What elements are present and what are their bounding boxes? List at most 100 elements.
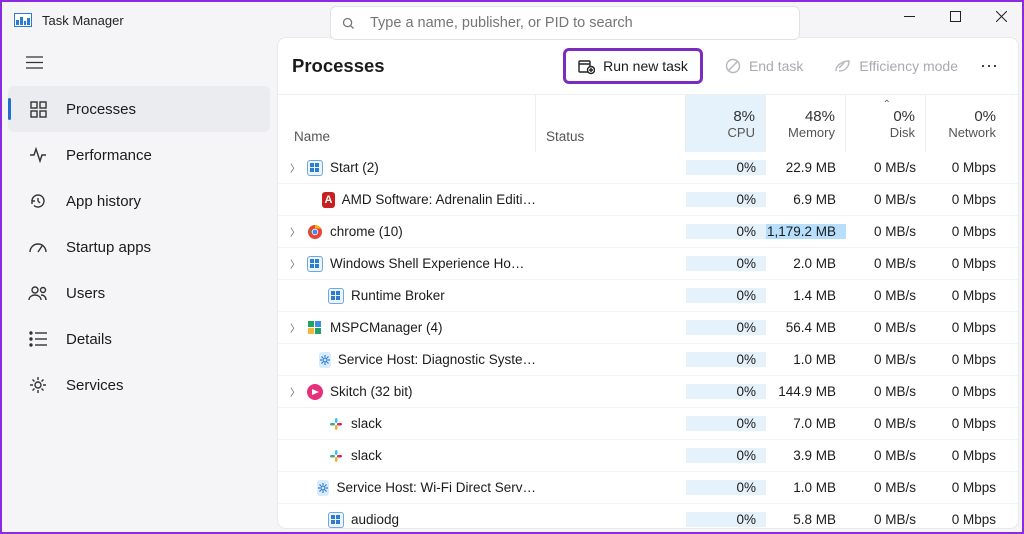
toolbar: Processes Run new task End task Efficien… xyxy=(278,38,1018,94)
process-row[interactable]: slack0%3.9 MB0 MB/s0 Mbps xyxy=(278,440,1018,472)
process-name: slack xyxy=(351,416,382,431)
process-network: 0 Mbps xyxy=(926,352,1006,367)
leaf-icon xyxy=(833,58,851,74)
process-name: chrome (10) xyxy=(330,224,403,239)
process-disk: 0 MB/s xyxy=(846,192,926,207)
process-memory: 6.9 MB xyxy=(766,192,846,207)
process-name: Service Host: Wi-Fi Direct Serv… xyxy=(336,480,536,495)
users-icon xyxy=(28,284,48,302)
run-new-task-button[interactable]: Run new task xyxy=(563,48,703,84)
close-button[interactable] xyxy=(978,0,1024,32)
maximize-button[interactable] xyxy=(932,0,978,32)
process-disk: 0 MB/s xyxy=(846,224,926,239)
process-network: 0 Mbps xyxy=(926,384,1006,399)
efficiency-label: Efficiency mode xyxy=(859,58,958,74)
process-network: 0 Mbps xyxy=(926,192,1006,207)
process-memory: 22.9 MB xyxy=(766,160,846,175)
process-memory: 2.0 MB xyxy=(766,256,846,271)
sidebar-item-startup-apps[interactable]: Startup apps xyxy=(8,224,270,270)
sidebar-item-users[interactable]: Users xyxy=(8,270,270,316)
process-network: 0 Mbps xyxy=(926,224,1006,239)
process-memory: 1.0 MB xyxy=(766,352,846,367)
process-disk: 0 MB/s xyxy=(846,384,926,399)
end-task-button[interactable]: End task xyxy=(713,48,815,84)
process-cpu: 0% xyxy=(686,448,766,463)
process-network: 0 Mbps xyxy=(926,320,1006,335)
chevron-right-icon[interactable]: 〉 xyxy=(290,384,300,399)
process-memory: 1.0 MB xyxy=(766,480,846,495)
process-network: 0 Mbps xyxy=(926,160,1006,175)
chevron-right-icon[interactable]: 〉 xyxy=(290,320,300,335)
process-memory: 144.9 MB xyxy=(766,384,846,399)
process-row[interactable]: 〉MSPCManager (4)0%56.4 MB0 MB/s0 Mbps xyxy=(278,312,1018,344)
process-memory: 56.4 MB xyxy=(766,320,846,335)
process-memory: 3.9 MB xyxy=(766,448,846,463)
efficiency-mode-button[interactable]: Efficiency mode xyxy=(821,48,970,84)
end-task-label: End task xyxy=(749,58,803,74)
col-header-network[interactable]: 0%Network xyxy=(926,95,1006,152)
more-options-button[interactable]: ⋯ xyxy=(976,56,1004,77)
sidebar-item-label: App history xyxy=(66,193,141,210)
process-disk: 0 MB/s xyxy=(846,512,926,527)
process-row[interactable]: AAMD Software: Adrenalin Editi…0%6.9 MB0… xyxy=(278,184,1018,216)
process-row[interactable]: 〉chrome (10)0%1,179.2 MB0 MB/s0 Mbps xyxy=(278,216,1018,248)
col-header-name[interactable]: Name xyxy=(278,95,536,152)
sidebar-item-details[interactable]: Details xyxy=(8,316,270,362)
process-row[interactable]: Service Host: Diagnostic Syste…0%1.0 MB0… xyxy=(278,344,1018,376)
gauge-icon xyxy=(28,238,48,256)
sidebar-item-label: Users xyxy=(66,285,105,302)
process-disk: 0 MB/s xyxy=(846,352,926,367)
process-cpu: 0% xyxy=(686,224,766,239)
window-title: Task Manager xyxy=(42,13,124,28)
chevron-right-icon[interactable]: 〉 xyxy=(290,224,300,239)
process-name: audiodg xyxy=(351,512,399,527)
process-cpu: 0% xyxy=(686,320,766,335)
process-disk: 0 MB/s xyxy=(846,256,926,271)
process-network: 0 Mbps xyxy=(926,288,1006,303)
process-name: MSPCManager (4) xyxy=(330,320,443,335)
column-headers: Name Status 8%CPU 48%Memory ⌃0%Disk 0%Ne… xyxy=(278,94,1018,152)
col-header-status[interactable]: Status xyxy=(536,95,686,152)
process-name: Service Host: Diagnostic Syste… xyxy=(338,352,536,367)
activity-icon xyxy=(28,146,48,164)
services-icon xyxy=(28,376,48,394)
content-pane: Processes Run new task End task Efficien… xyxy=(278,38,1018,528)
sidebar-item-processes[interactable]: Processes xyxy=(8,86,270,132)
col-header-cpu[interactable]: 8%CPU xyxy=(686,95,766,152)
minimize-button[interactable] xyxy=(886,0,932,32)
grid-icon xyxy=(28,101,48,118)
process-cpu: 0% xyxy=(686,192,766,207)
process-cpu: 0% xyxy=(686,384,766,399)
chevron-right-icon[interactable]: 〉 xyxy=(290,160,300,175)
sidebar-item-label: Details xyxy=(66,331,112,348)
sidebar-item-app-history[interactable]: App history xyxy=(8,178,270,224)
chevron-right-icon[interactable]: 〉 xyxy=(290,256,300,271)
run-task-label: Run new task xyxy=(603,58,688,74)
col-header-disk[interactable]: ⌃0%Disk xyxy=(846,95,926,152)
search-box[interactable] xyxy=(330,6,800,40)
search-input[interactable] xyxy=(368,14,789,32)
process-row[interactable]: Runtime Broker0%1.4 MB0 MB/s0 Mbps xyxy=(278,280,1018,312)
page-title: Processes xyxy=(292,55,563,77)
app-icon xyxy=(14,13,32,27)
hamburger-menu-button[interactable] xyxy=(14,44,54,80)
sidebar-item-services[interactable]: Services xyxy=(8,362,270,408)
process-memory: 7.0 MB xyxy=(766,416,846,431)
process-cpu: 0% xyxy=(686,256,766,271)
process-row[interactable]: 〉Skitch (32 bit)0%144.9 MB0 MB/s0 Mbps xyxy=(278,376,1018,408)
process-memory: 5.8 MB xyxy=(766,512,846,527)
process-cpu: 0% xyxy=(686,480,766,495)
process-row[interactable]: slack0%7.0 MB0 MB/s0 Mbps xyxy=(278,408,1018,440)
process-name: Start (2) xyxy=(330,160,379,175)
process-row[interactable]: Service Host: Wi-Fi Direct Serv… 0%1.0 MB… xyxy=(278,472,1018,504)
sidebar-item-label: Performance xyxy=(66,147,152,164)
process-cpu: 0% xyxy=(686,416,766,431)
process-row[interactable]: 〉Windows Shell Experience Ho…0%2.0 MB0 M… xyxy=(278,248,1018,280)
process-row[interactable]: 〉Start (2)0%22.9 MB0 MB/s0 Mbps xyxy=(278,152,1018,184)
col-header-memory[interactable]: 48%Memory xyxy=(766,95,846,152)
process-row[interactable]: audiodg0%5.8 MB0 MB/s0 Mbps xyxy=(278,504,1018,528)
sidebar-item-performance[interactable]: Performance xyxy=(8,132,270,178)
process-rows: 〉Start (2)0%22.9 MB0 MB/s0 MbpsAAMD Soft… xyxy=(278,152,1018,528)
process-disk: 0 MB/s xyxy=(846,480,926,495)
history-icon xyxy=(28,192,48,210)
